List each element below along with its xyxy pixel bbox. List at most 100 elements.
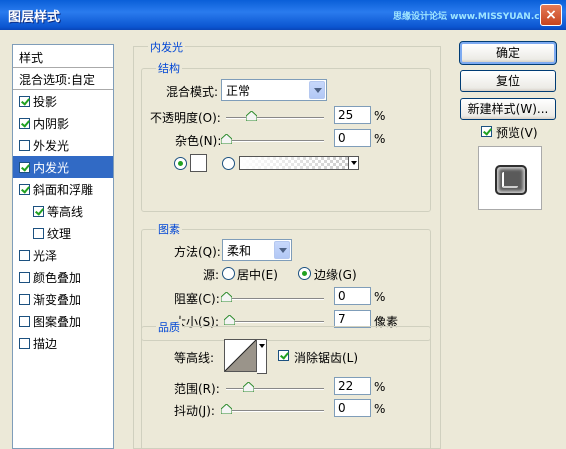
range-slider-track[interactable] xyxy=(226,388,324,390)
style-checkbox[interactable] xyxy=(19,95,30,107)
style-checkbox[interactable] xyxy=(19,161,30,173)
style-checkbox[interactable] xyxy=(19,337,30,349)
window-title: 图层样式 xyxy=(8,10,61,25)
contour-label: 等高线: xyxy=(174,351,215,365)
style-item-label: 斜面和浮雕 xyxy=(33,182,94,197)
anti-alias-label[interactable]: 消除锯齿(L) xyxy=(294,349,358,366)
jitter-slider-thumb[interactable] xyxy=(221,404,232,414)
jitter-input[interactable]: 0 xyxy=(334,399,371,417)
style-checkbox[interactable] xyxy=(19,271,30,283)
blend-options-item[interactable]: 混合选项:自定 xyxy=(13,68,113,90)
style-checkbox[interactable] xyxy=(19,117,30,129)
style-item[interactable]: 渐变叠加 xyxy=(13,288,113,310)
style-item-label: 渐变叠加 xyxy=(33,292,82,307)
style-item-label: 图案叠加 xyxy=(33,314,82,329)
technique-label: 方法(Q): xyxy=(174,245,221,259)
gradient-radio[interactable] xyxy=(222,157,235,170)
blend-mode-label: 混合模式: xyxy=(166,85,219,99)
choke-input[interactable]: 0 xyxy=(334,287,371,305)
technique-value: 柔和 xyxy=(227,244,252,258)
style-item-label: 颜色叠加 xyxy=(33,270,82,285)
structure-title: 结构 xyxy=(156,60,182,76)
source-center-label[interactable]: 居中(E) xyxy=(237,266,278,283)
size-slider-thumb[interactable] xyxy=(223,315,235,325)
style-item[interactable]: 投影 xyxy=(13,90,113,112)
opacity-unit: % xyxy=(374,109,386,123)
style-item-label: 内阴影 xyxy=(33,116,70,131)
preview-label[interactable]: 预览(V) xyxy=(496,124,538,141)
style-item[interactable]: 纹理 xyxy=(13,222,113,244)
source-edge-radio[interactable] xyxy=(298,267,311,280)
styles-list: 样式 混合选项:自定 投影内阴影外发光内发光斜面和浮雕等高线纹理光泽颜色叠加渐变… xyxy=(12,44,114,449)
contour-curve-icon xyxy=(224,339,257,372)
noise-label: 杂色(N): xyxy=(175,134,222,148)
chevron-down-icon xyxy=(274,241,290,259)
choke-label: 阻塞(C): xyxy=(174,292,220,306)
jitter-slider-track[interactable] xyxy=(226,410,324,412)
title-bar: 图层样式 思缘设计论坛 www.MISSYUAN.com × xyxy=(0,0,566,30)
new-style-button[interactable]: 新建样式(W)... xyxy=(460,98,556,120)
style-item-label: 纹理 xyxy=(47,226,72,241)
style-checkbox[interactable] xyxy=(19,139,30,151)
opacity-slider-track[interactable] xyxy=(226,117,324,119)
technique-select[interactable]: 柔和 xyxy=(222,239,292,261)
elements-title: 图素 xyxy=(156,221,182,237)
close-button[interactable]: × xyxy=(540,4,562,26)
reset-button[interactable]: 复位 xyxy=(460,70,556,92)
opacity-input[interactable]: 25 xyxy=(334,106,371,124)
inner-glow-title: 内发光 xyxy=(148,39,185,55)
noise-input[interactable]: 0 xyxy=(334,129,371,147)
style-item-label: 光泽 xyxy=(33,248,58,263)
close-icon: × xyxy=(545,7,557,23)
noise-slider-thumb[interactable] xyxy=(221,134,232,144)
noise-slider-track[interactable] xyxy=(226,140,324,142)
blend-mode-select[interactable]: 正常 xyxy=(221,79,327,101)
opacity-slider-thumb[interactable] xyxy=(245,111,257,121)
style-item[interactable]: 图案叠加 xyxy=(13,310,113,332)
style-item-label: 等高线 xyxy=(47,204,84,219)
contour-dropdown-icon[interactable] xyxy=(257,339,267,374)
style-items: 投影内阴影外发光内发光斜面和浮雕等高线纹理光泽颜色叠加渐变叠加图案叠加描边 xyxy=(13,90,113,354)
ok-button[interactable]: 确定 xyxy=(459,41,557,65)
style-item[interactable]: 斜面和浮雕 xyxy=(13,178,113,200)
gradient-dropdown-icon[interactable] xyxy=(349,156,359,170)
styles-header[interactable]: 样式 xyxy=(13,45,113,68)
style-item-label: 描边 xyxy=(33,336,58,351)
style-item[interactable]: 等高线 xyxy=(13,200,113,222)
style-item[interactable]: 颜色叠加 xyxy=(13,266,113,288)
gradient-preview[interactable] xyxy=(239,156,349,170)
jitter-unit: % xyxy=(374,402,386,416)
style-item-label: 投影 xyxy=(33,94,58,109)
contour-picker[interactable] xyxy=(224,339,257,372)
quality-title: 品质 xyxy=(156,319,182,335)
glow-color-swatch[interactable] xyxy=(190,154,207,172)
preview-checkbox[interactable] xyxy=(481,126,492,137)
style-checkbox[interactable] xyxy=(19,293,30,305)
dialog-body: 样式 混合选项:自定 投影 内阴影 外发光 内发光 斜面和浮雕 等高线 纹理 光泽 颜色叠加 渐变… xyxy=(0,30,566,449)
size-slider-track[interactable] xyxy=(226,321,324,323)
style-item[interactable]: 光泽 xyxy=(13,244,113,266)
style-checkbox[interactable] xyxy=(33,227,44,239)
choke-slider-track[interactable] xyxy=(226,298,324,300)
style-item[interactable]: 外发光 xyxy=(13,134,113,156)
style-preview xyxy=(478,146,542,210)
style-checkbox[interactable] xyxy=(19,183,30,195)
preview-thumbnail xyxy=(495,165,527,195)
range-slider-thumb[interactable] xyxy=(242,382,254,392)
source-edge-label[interactable]: 边缘(G) xyxy=(314,266,357,283)
style-item-label: 外发光 xyxy=(33,138,70,153)
style-item[interactable]: 内发光 xyxy=(13,156,113,178)
choke-unit: % xyxy=(374,290,386,304)
choke-slider-thumb[interactable] xyxy=(221,292,232,302)
style-checkbox[interactable] xyxy=(19,249,30,261)
watermark: 思缘设计论坛 www.MISSYUAN.com xyxy=(393,12,556,22)
style-checkbox[interactable] xyxy=(33,205,44,217)
style-item[interactable]: 内阴影 xyxy=(13,112,113,134)
anti-alias-checkbox[interactable] xyxy=(278,350,289,361)
source-center-radio[interactable] xyxy=(222,267,235,280)
style-item[interactable]: 描边 xyxy=(13,332,113,354)
style-checkbox[interactable] xyxy=(19,315,30,327)
range-unit: % xyxy=(374,380,386,394)
solid-color-radio[interactable] xyxy=(174,157,187,170)
range-input[interactable]: 22 xyxy=(334,377,371,395)
